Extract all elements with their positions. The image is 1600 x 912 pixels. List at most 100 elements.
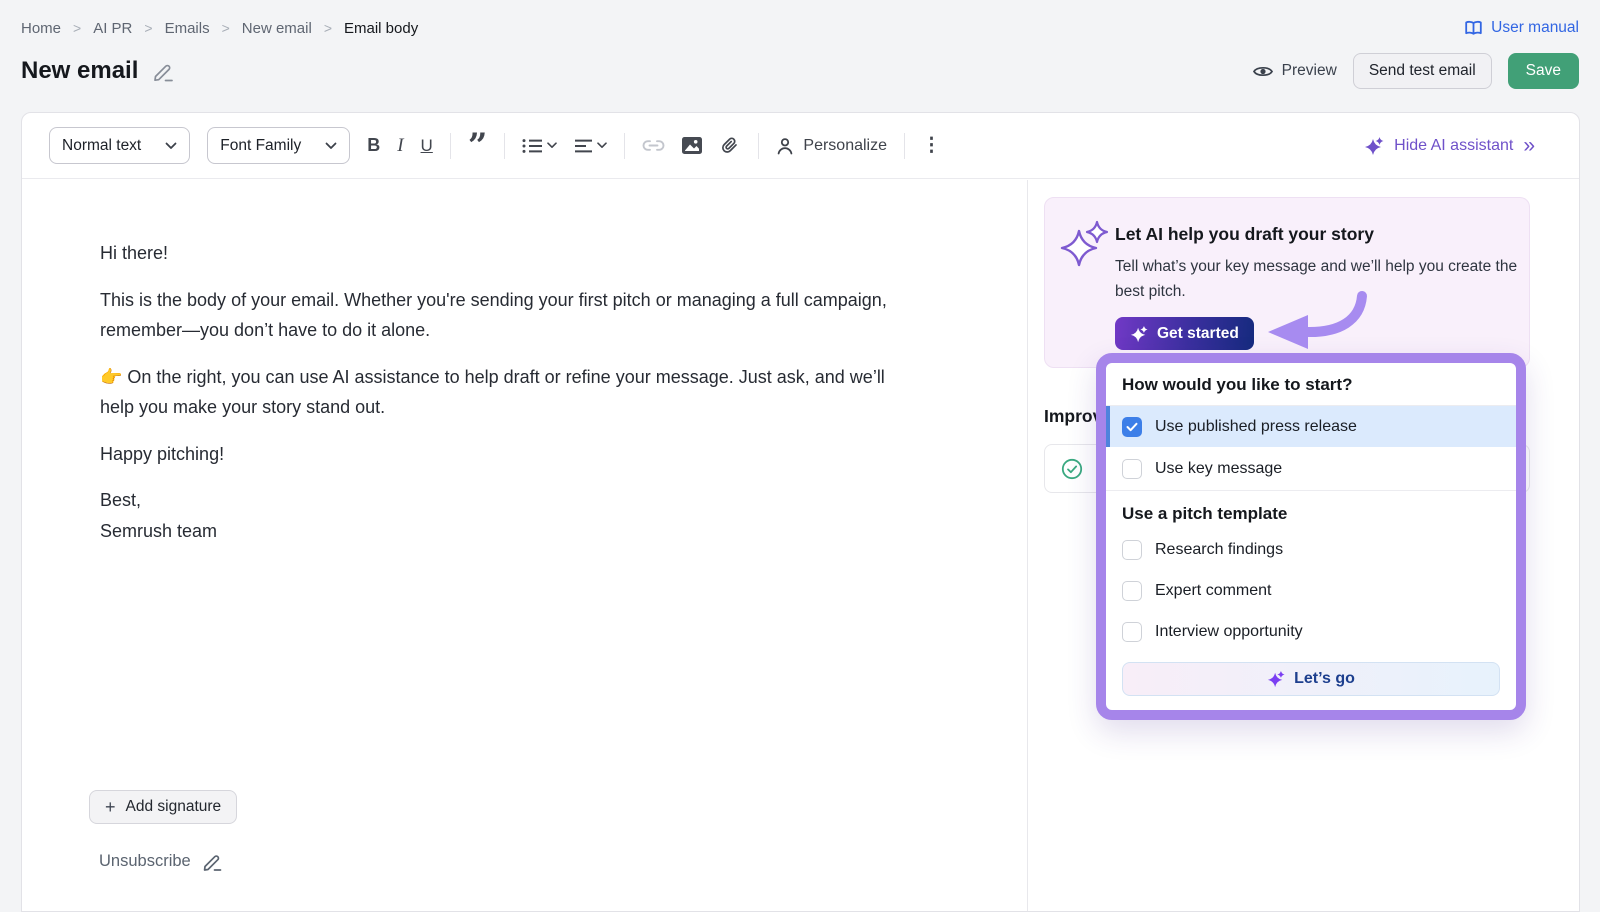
breadcrumb-item-emails[interactable]: Emails — [165, 20, 210, 37]
checkbox-unchecked[interactable] — [1122, 459, 1142, 479]
lets-go-label: Let’s go — [1294, 670, 1355, 688]
ai-start-dropdown: How would you like to start? Use publish… — [1096, 353, 1526, 720]
checkbox-checked[interactable] — [1122, 417, 1142, 437]
checkbox-unchecked[interactable] — [1122, 540, 1142, 560]
toolbar-divider — [624, 133, 625, 159]
personalize-label: Personalize — [803, 137, 887, 155]
toolbar-divider — [758, 133, 759, 159]
underline-button[interactable]: U — [421, 136, 433, 156]
email-paragraph: Hi there! — [100, 238, 912, 269]
breadcrumb-separator: > — [73, 20, 81, 36]
editor-card: Normal text Font Family B I U ” — [21, 112, 1580, 912]
save-button[interactable]: Save — [1508, 53, 1579, 89]
email-signoff-line2: Semrush team — [100, 521, 217, 541]
dropdown-section-label: Use a pitch template — [1106, 491, 1516, 529]
hide-ai-assistant-button[interactable]: Hide AI assistant » — [1364, 136, 1535, 156]
option-research-findings[interactable]: Research findings — [1106, 529, 1516, 570]
add-signature-button[interactable]: + Add signature — [89, 790, 237, 824]
toolbar-divider — [904, 133, 905, 159]
improve-section-heading: Improv — [1044, 406, 1096, 427]
link-button[interactable] — [642, 139, 665, 152]
sparkle-icon — [1267, 670, 1285, 688]
chevron-down-icon — [325, 142, 337, 150]
checkbox-unchecked[interactable] — [1122, 622, 1142, 642]
page-title: New email — [21, 57, 138, 85]
email-paragraph: Happy pitching! — [100, 439, 912, 470]
breadcrumb-separator: > — [324, 20, 332, 36]
option-use-published-press-release[interactable]: Use published press release — [1106, 406, 1516, 447]
user-manual-label: User manual — [1491, 19, 1579, 37]
add-signature-label: Add signature — [126, 798, 222, 816]
breadcrumb-separator: > — [144, 20, 152, 36]
get-started-button[interactable]: Get started — [1115, 317, 1254, 350]
text-style-value: Normal text — [62, 137, 141, 155]
image-icon — [682, 137, 702, 154]
option-use-key-message[interactable]: Use key message — [1106, 447, 1516, 491]
option-label: Use published press release — [1155, 418, 1357, 436]
attachment-button[interactable] — [719, 135, 741, 157]
page: Home > AI PR > Emails > New email > Emai… — [0, 0, 1600, 906]
header-actions: Preview Send test email Save — [1253, 53, 1579, 89]
breadcrumb-separator: > — [222, 20, 230, 36]
breadcrumb-item-ai-pr[interactable]: AI PR — [93, 20, 132, 37]
option-label: Research findings — [1155, 541, 1283, 559]
breadcrumb-current: Email body — [344, 20, 418, 37]
breadcrumb: Home > AI PR > Emails > New email > Emai… — [21, 20, 418, 37]
font-family-value: Font Family — [220, 137, 301, 155]
align-button[interactable] — [574, 138, 607, 154]
send-test-email-button[interactable]: Send test email — [1353, 53, 1492, 89]
personalize-button[interactable]: Personalize — [776, 137, 887, 155]
breadcrumb-item-new-email[interactable]: New email — [242, 20, 312, 37]
option-interview-opportunity[interactable]: Interview opportunity — [1106, 611, 1516, 652]
preview-button[interactable]: Preview — [1253, 62, 1337, 80]
person-icon — [776, 137, 794, 155]
double-chevron-right-icon: » — [1523, 139, 1535, 153]
lets-go-button[interactable]: Let’s go — [1122, 662, 1500, 696]
book-icon — [1464, 20, 1483, 36]
ai-draft-card: Let AI help you draft your story Tell wh… — [1044, 197, 1530, 368]
align-icon — [574, 138, 593, 154]
email-paragraph: This is the body of your email. Whether … — [100, 285, 912, 346]
italic-button[interactable]: I — [397, 135, 403, 157]
toolbar-divider — [504, 133, 505, 159]
plus-icon: + — [105, 797, 116, 818]
dropdown-question: How would you like to start? — [1106, 363, 1516, 406]
email-editor-area[interactable]: Hi there! This is the body of your email… — [22, 180, 1027, 911]
edit-pencil-icon[interactable] — [202, 851, 223, 872]
email-signoff-line1: Best, — [100, 490, 141, 510]
unsubscribe-link[interactable]: Unsubscribe — [99, 851, 223, 872]
sparkles-icon — [1059, 220, 1109, 273]
ai-card-subtitle: Tell what’s your key message and we’ll h… — [1115, 254, 1519, 304]
chevron-down-icon — [165, 142, 177, 150]
bold-button[interactable]: B — [367, 135, 380, 156]
user-manual-link[interactable]: User manual — [1464, 19, 1579, 37]
list-button[interactable] — [522, 138, 557, 154]
font-family-select[interactable]: Font Family — [207, 127, 350, 164]
paperclip-icon — [719, 135, 741, 157]
email-body-text[interactable]: Hi there! This is the body of your email… — [100, 238, 912, 546]
option-label: Use key message — [1155, 460, 1282, 478]
get-started-label: Get started — [1157, 325, 1239, 343]
checkbox-unchecked[interactable] — [1122, 581, 1142, 601]
ai-card-title: Let AI help you draft your story — [1115, 224, 1374, 245]
topbar: Home > AI PR > Emails > New email > Emai… — [21, 10, 1579, 46]
option-expert-comment[interactable]: Expert comment — [1106, 570, 1516, 611]
email-paragraph: 👉 On the right, you can use AI assistanc… — [100, 362, 912, 423]
chevron-down-icon — [597, 142, 607, 149]
edit-title-pencil-icon[interactable] — [152, 60, 175, 83]
email-paragraph: Best, Semrush team — [100, 485, 912, 546]
editor-toolbar: Normal text Font Family B I U ” — [22, 113, 1579, 179]
sparkle-icon — [1364, 136, 1384, 156]
text-style-select[interactable]: Normal text — [49, 127, 190, 164]
blockquote-button[interactable]: ” — [468, 137, 488, 155]
more-options-button[interactable]: ⋮ — [922, 134, 941, 157]
link-icon — [642, 139, 665, 152]
ai-assistant-panel: Let AI help you draft your story Tell wh… — [1027, 180, 1579, 911]
image-button[interactable] — [682, 137, 702, 154]
eye-icon — [1253, 64, 1273, 79]
preview-label: Preview — [1282, 62, 1337, 80]
breadcrumb-item-home[interactable]: Home — [21, 20, 61, 37]
chevron-down-icon — [547, 142, 557, 149]
sparkle-icon — [1130, 325, 1148, 343]
option-label: Interview opportunity — [1155, 623, 1303, 641]
